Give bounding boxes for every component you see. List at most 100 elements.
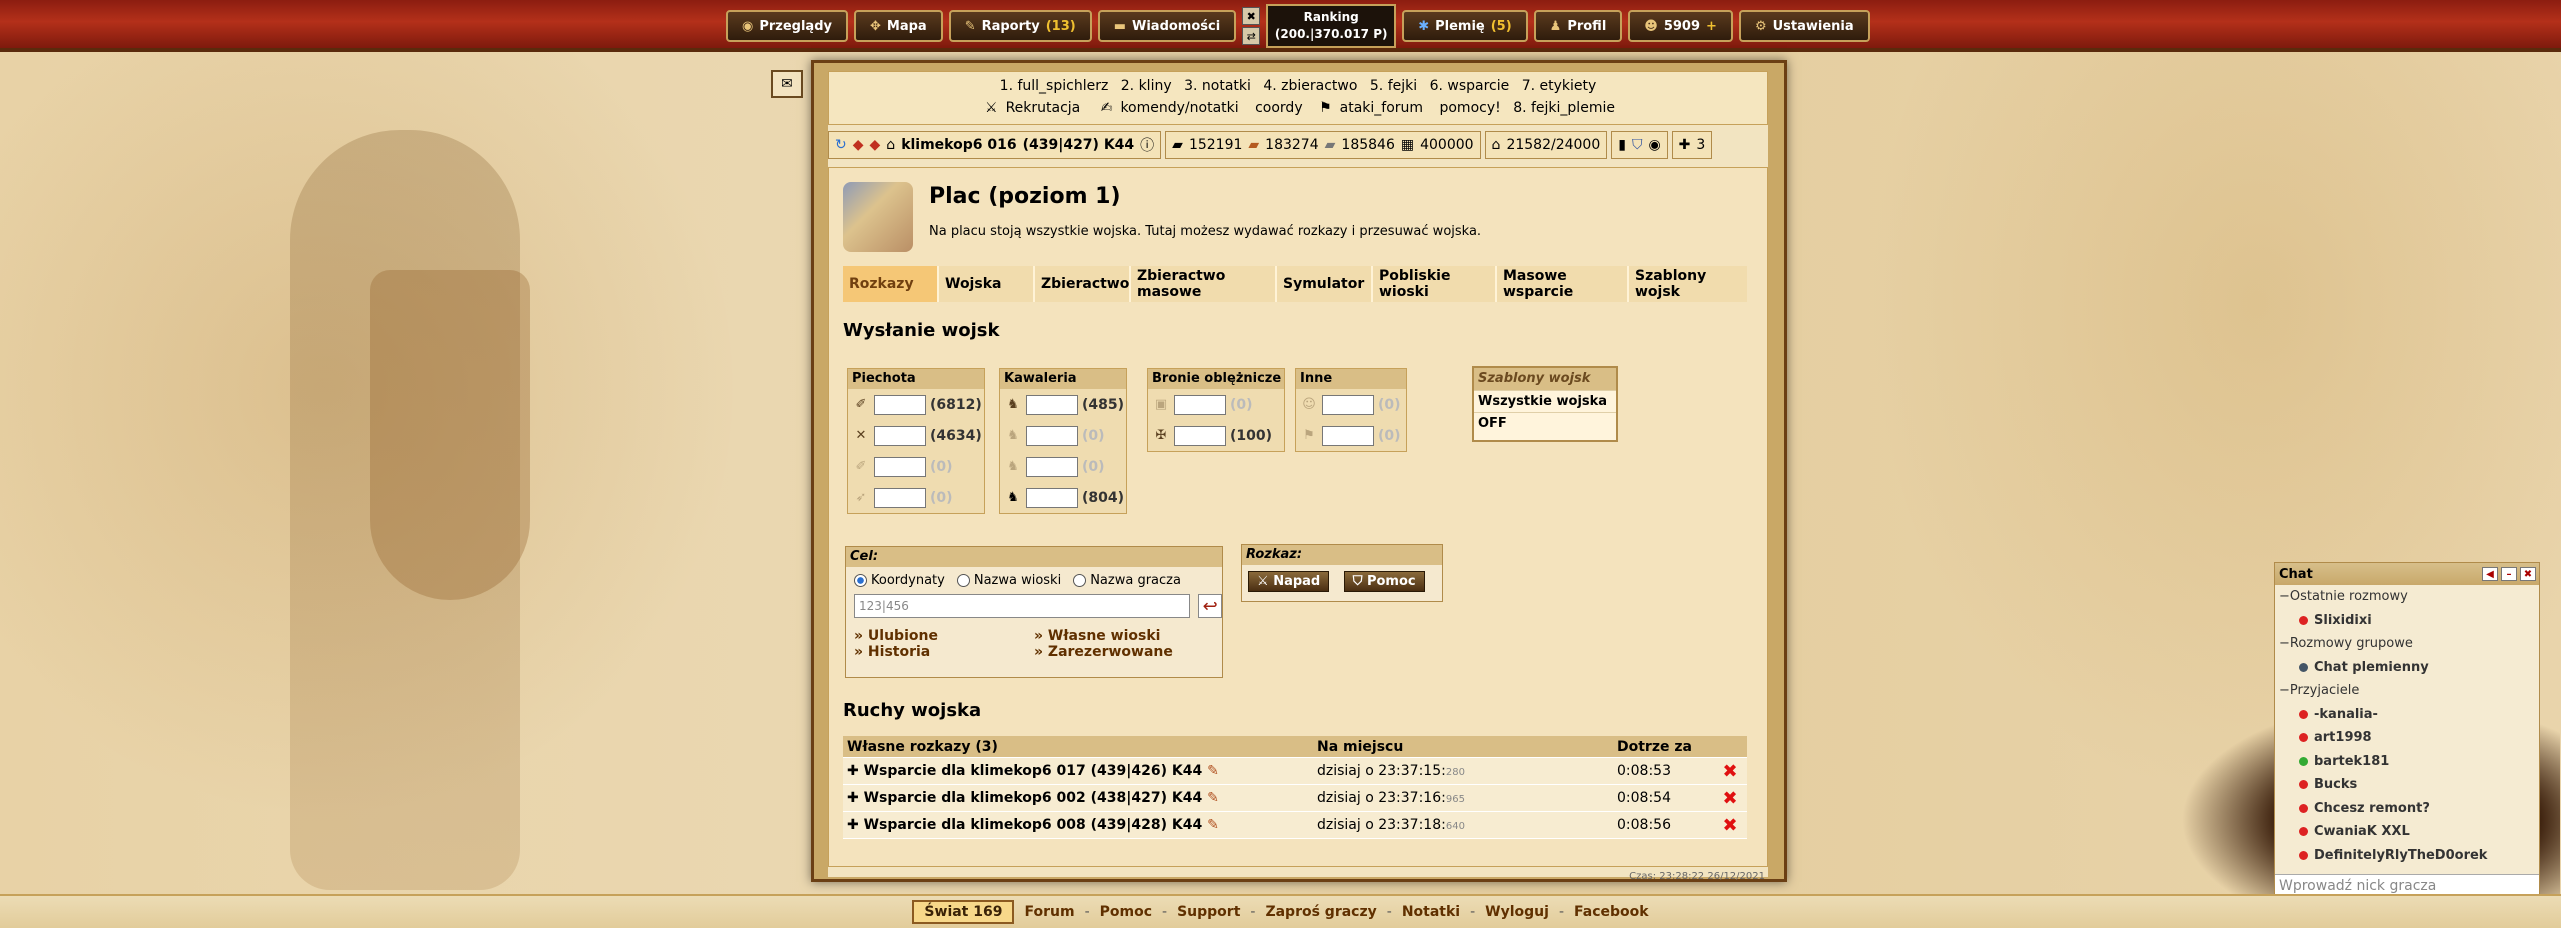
footer-link-notes[interactable]: Notatki [1402, 904, 1460, 920]
radio-coords[interactable]: Koordynaty [854, 573, 945, 588]
quickbar-link[interactable]: ⚑ ataki_forum [1315, 100, 1427, 116]
chat-contact[interactable]: CwaniaK XXL [2275, 820, 2539, 844]
prev-village-icon[interactable]: ◆ [853, 137, 864, 153]
quickbar-link[interactable]: pomocy! [1439, 100, 1500, 116]
quickbar-link[interactable]: ⚔ Rekrutacja [981, 100, 1084, 116]
swap-icon[interactable]: ⇄ [1242, 27, 1261, 45]
tab-symulator[interactable]: Symulator [1277, 266, 1373, 302]
tab-rozkazy[interactable]: Rozkazy [843, 266, 939, 302]
unit-input-ram[interactable] [1174, 394, 1226, 415]
footer-link-forum[interactable]: Forum [1024, 904, 1074, 920]
next-village-icon[interactable]: ◆ [870, 137, 881, 153]
chat-contact[interactable]: bartek181 [2275, 750, 2539, 774]
cancel-icon[interactable]: ✖ [1713, 815, 1747, 836]
menu-premium[interactable]: ☻ 5909 + [1628, 10, 1733, 42]
unit-input-spy[interactable] [1026, 394, 1078, 415]
shield-icon[interactable]: ⛉ [1632, 137, 1643, 153]
unit-input-catapult[interactable] [1174, 425, 1226, 446]
unit-input-heavy[interactable] [1026, 487, 1078, 508]
coords-input[interactable]: 123|456 [854, 594, 1191, 618]
link-historia[interactable]: » Historia [854, 644, 1034, 660]
tab-wojska[interactable]: Wojska [939, 266, 1035, 302]
cancel-icon[interactable]: ✖ [1713, 788, 1747, 809]
quickbar-link[interactable]: 2. kliny [1121, 78, 1172, 94]
quickbar-link[interactable]: 4. zbieractwo [1263, 78, 1357, 94]
chat-group-header[interactable]: −Ostatnie rozmowy [2275, 585, 2539, 609]
edit-icon[interactable]: ✎ [1202, 817, 1219, 833]
menu-plemie[interactable]: ✱ Plemię (5) [1402, 10, 1528, 42]
quickbar-link[interactable]: ✍ komendy/notatki [1097, 100, 1243, 116]
chat-contact[interactable]: DefinitelyRlyTheD0orek [2275, 844, 2539, 868]
footer-link-support[interactable]: Support [1177, 904, 1240, 920]
quickbar-link[interactable]: 3. notatki [1184, 78, 1251, 94]
chat-contact[interactable]: Chat plemienny [2275, 656, 2539, 680]
ranking-box[interactable]: Ranking (200.|370.017 P) [1266, 4, 1397, 48]
tab-pobliskie-wioski[interactable]: Pobliskie wioski [1373, 266, 1497, 302]
unit-input-knight[interactable] [1322, 394, 1374, 415]
chat-group-header[interactable]: −Rozmowy grupowe [2275, 632, 2539, 656]
quickbar-link[interactable]: 8. fejki_plemie [1513, 100, 1615, 116]
command-link[interactable]: Wsparcie dla klimekop6 002 (438|427) K44 [864, 790, 1203, 806]
support-button[interactable]: ⛉ Pomoc [1343, 571, 1425, 592]
unit-input-light[interactable] [1026, 425, 1078, 446]
menu-mapa[interactable]: ✥ Mapa [853, 10, 943, 42]
template-off[interactable]: OFF [1474, 412, 1616, 434]
radio-player-name[interactable]: Nazwa gracza [1073, 573, 1181, 588]
chat-dock-icon[interactable]: ◀ [2482, 567, 2498, 581]
paste-arrow-icon[interactable]: ↩ [1198, 594, 1222, 618]
menu-profil[interactable]: ♟ Profil [1533, 10, 1623, 42]
footer-link-logout[interactable]: Wyloguj [1485, 904, 1549, 920]
unit-input-axe[interactable] [874, 456, 926, 477]
unit-input-sword[interactable] [874, 425, 926, 446]
quickbar-link[interactable]: 1. full_spichlerz [1000, 78, 1109, 94]
command-link[interactable]: Wsparcie dla klimekop6 017 (439|426) K44 [864, 763, 1203, 779]
attack-button[interactable]: ⚔ Napad [1248, 571, 1330, 592]
chat-close-icon[interactable]: ✖ [2520, 567, 2536, 581]
chat-contact[interactable]: art1998 [2275, 726, 2539, 750]
tab-masowe-wsparcie[interactable]: Masowe wsparcie [1497, 266, 1629, 302]
unit-input-spear[interactable] [874, 394, 926, 415]
tab-zbieractwo[interactable]: Zbieractwo [1035, 266, 1131, 302]
book-icon[interactable]: ▮ [1618, 137, 1626, 153]
incoming-box[interactable]: ✚ 3 [1671, 131, 1713, 159]
quickbar-link[interactable]: coordy [1255, 100, 1303, 116]
chat-minimize-icon[interactable]: – [2501, 567, 2517, 581]
chat-contact[interactable]: -kanalia- [2275, 703, 2539, 727]
link-zarezerwowane[interactable]: » Zarezerwowane [1034, 644, 1214, 660]
menu-raporty[interactable]: ✎ Raporty (13) [948, 10, 1092, 42]
world-badge[interactable]: Świat 169 [912, 900, 1015, 924]
cancel-icon[interactable]: ✖ [1713, 761, 1747, 782]
command-link[interactable]: Wsparcie dla klimekop6 008 (439|428) K44 [864, 817, 1203, 833]
unit-input-marcher[interactable] [1026, 456, 1078, 477]
quickbar-link[interactable]: 5. fejki [1370, 78, 1417, 94]
info-icon[interactable]: ⓘ [1140, 135, 1154, 155]
unit-input-archer[interactable] [874, 487, 926, 508]
tab-szablony-wojsk[interactable]: Szablony wojsk [1629, 266, 1747, 302]
chat-contact[interactable]: Bucks [2275, 773, 2539, 797]
footer-link-invite[interactable]: Zaproś graczy [1265, 904, 1376, 920]
flag-icon[interactable]: ◉ [1648, 137, 1660, 153]
refresh-icon[interactable]: ↻ [835, 137, 847, 153]
edit-icon[interactable]: ✎ [1202, 790, 1219, 806]
close-icon[interactable]: ✖ [1242, 7, 1261, 25]
chat-contact[interactable]: Chcesz remont? [2275, 797, 2539, 821]
quickbar-link[interactable]: 7. etykiety [1522, 78, 1597, 94]
quickbar-link[interactable]: 6. wsparcie [1430, 78, 1510, 94]
tab-zbieractwo-masowe[interactable]: Zbieractwo masowe [1131, 266, 1277, 302]
radio-village-name[interactable]: Nazwa wioski [956, 573, 1061, 588]
link-ulubione[interactable]: » Ulubione [854, 628, 1034, 644]
chat-nick-input[interactable]: Wprowadź nick gracza [2275, 874, 2539, 896]
unit-input-snob[interactable] [1322, 425, 1374, 446]
edit-icon[interactable]: ✎ [1202, 763, 1219, 779]
menu-ustawienia[interactable]: ⚙ Ustawienia [1738, 10, 1870, 42]
link-wlasne-wioski[interactable]: » Własne wioski [1034, 628, 1214, 644]
template-all-troops[interactable]: Wszystkie wojska [1474, 390, 1616, 412]
village-name[interactable]: klimekop6 016 [901, 137, 1016, 153]
chat-header[interactable]: Chat ◀ – ✖ [2275, 563, 2539, 585]
menu-wiadomosci[interactable]: ▬ Wiadomości [1097, 10, 1237, 42]
notebook-icon[interactable]: ✉ [771, 70, 803, 98]
footer-link-pomoc[interactable]: Pomoc [1100, 904, 1152, 920]
chat-contact[interactable]: Slixidixi [2275, 609, 2539, 633]
chat-group-header[interactable]: −Przyjaciele [2275, 679, 2539, 703]
menu-przeglady[interactable]: ◉ Przeglądy [726, 10, 848, 42]
